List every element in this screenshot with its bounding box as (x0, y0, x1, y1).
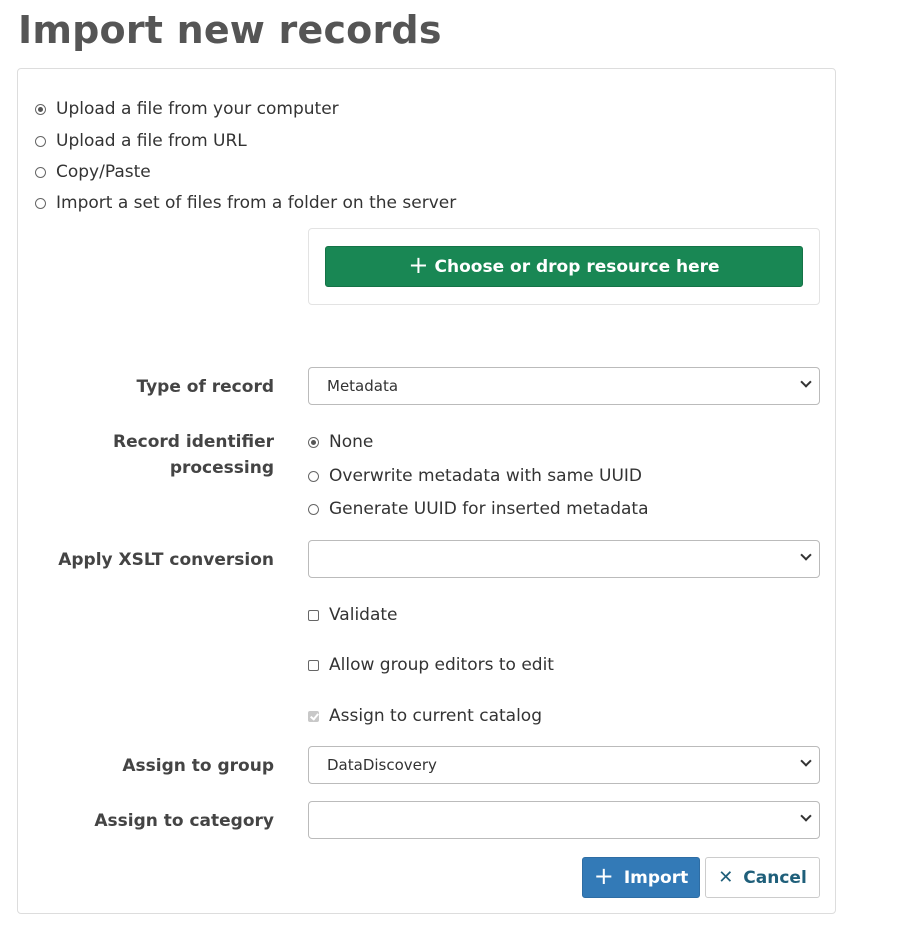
validate-checkbox-row[interactable]: Validate (308, 605, 398, 625)
assign-group-select[interactable]: DataDiscovery (308, 746, 820, 784)
xslt-select[interactable] (308, 540, 820, 578)
radio-label: Generate UUID for inserted metadata (329, 499, 649, 519)
plus-icon: + (408, 251, 429, 279)
assign-category-select[interactable] (308, 801, 820, 839)
file-dropzone[interactable]: + Choose or drop resource here (308, 228, 820, 305)
cancel-button[interactable]: ✕ Cancel (705, 857, 820, 898)
close-icon: ✕ (718, 866, 734, 888)
import-button[interactable]: + Import (582, 857, 700, 898)
radio-label: Overwrite metadata with same UUID (329, 466, 642, 486)
assign-group-value: DataDiscovery (327, 756, 437, 774)
radio-button[interactable] (35, 135, 46, 147)
radio-label: Upload a file from URL (56, 131, 247, 151)
chevron-down-icon (800, 810, 812, 822)
cancel-label: Cancel (743, 867, 807, 888)
source-option-server-folder[interactable]: Import a set of files from a folder on t… (35, 193, 456, 213)
source-option-upload-url[interactable]: Upload a file from URL (35, 131, 247, 151)
group-editors-checkbox[interactable] (308, 659, 319, 671)
chevron-down-icon (800, 376, 812, 388)
choose-resource-button[interactable]: + Choose or drop resource here (325, 246, 803, 287)
type-of-record-select[interactable]: Metadata (308, 367, 820, 405)
plus-icon: + (593, 862, 614, 890)
radio-button[interactable] (35, 166, 46, 178)
choose-resource-label: Choose or drop resource here (434, 256, 720, 277)
validate-checkbox[interactable] (308, 609, 319, 621)
assign-category-label: Assign to category (94, 811, 274, 831)
identifier-option-none[interactable]: None (308, 432, 373, 452)
radio-label: None (329, 432, 374, 452)
assign-group-label: Assign to group (122, 756, 274, 776)
chevron-down-icon (800, 549, 812, 561)
identifier-option-generate[interactable]: Generate UUID for inserted metadata (308, 499, 649, 519)
type-of-record-label: Type of record (136, 377, 275, 397)
chevron-down-icon (800, 755, 812, 767)
current-catalog-checkbox (308, 710, 319, 722)
radio-label: Upload a file from your computer (56, 99, 339, 119)
radio-label: Copy/Paste (56, 162, 151, 182)
page-title: Import new records (18, 8, 442, 52)
radio-button[interactable] (308, 436, 319, 448)
xslt-label: Apply XSLT conversion (58, 550, 274, 570)
identifier-processing-label-line2: processing (169, 458, 274, 478)
type-of-record-value: Metadata (327, 377, 399, 395)
radio-button[interactable] (308, 470, 319, 482)
validate-label: Validate (329, 605, 398, 625)
radio-button[interactable] (308, 503, 319, 515)
group-editors-checkbox-row[interactable]: Allow group editors to edit (308, 655, 554, 675)
radio-button[interactable] (35, 197, 46, 209)
import-label: Import (623, 867, 689, 888)
current-catalog-label: Assign to current catalog (329, 706, 542, 726)
identifier-option-overwrite[interactable]: Overwrite metadata with same UUID (308, 466, 642, 486)
radio-button[interactable] (35, 103, 46, 115)
identifier-processing-label-line1: Record identifier (113, 432, 274, 452)
source-option-upload-computer[interactable]: Upload a file from your computer (35, 99, 339, 119)
source-option-copy-paste[interactable]: Copy/Paste (35, 162, 151, 182)
group-editors-label: Allow group editors to edit (329, 655, 554, 675)
radio-label: Import a set of files from a folder on t… (56, 193, 457, 213)
current-catalog-checkbox-row: Assign to current catalog (308, 706, 542, 726)
